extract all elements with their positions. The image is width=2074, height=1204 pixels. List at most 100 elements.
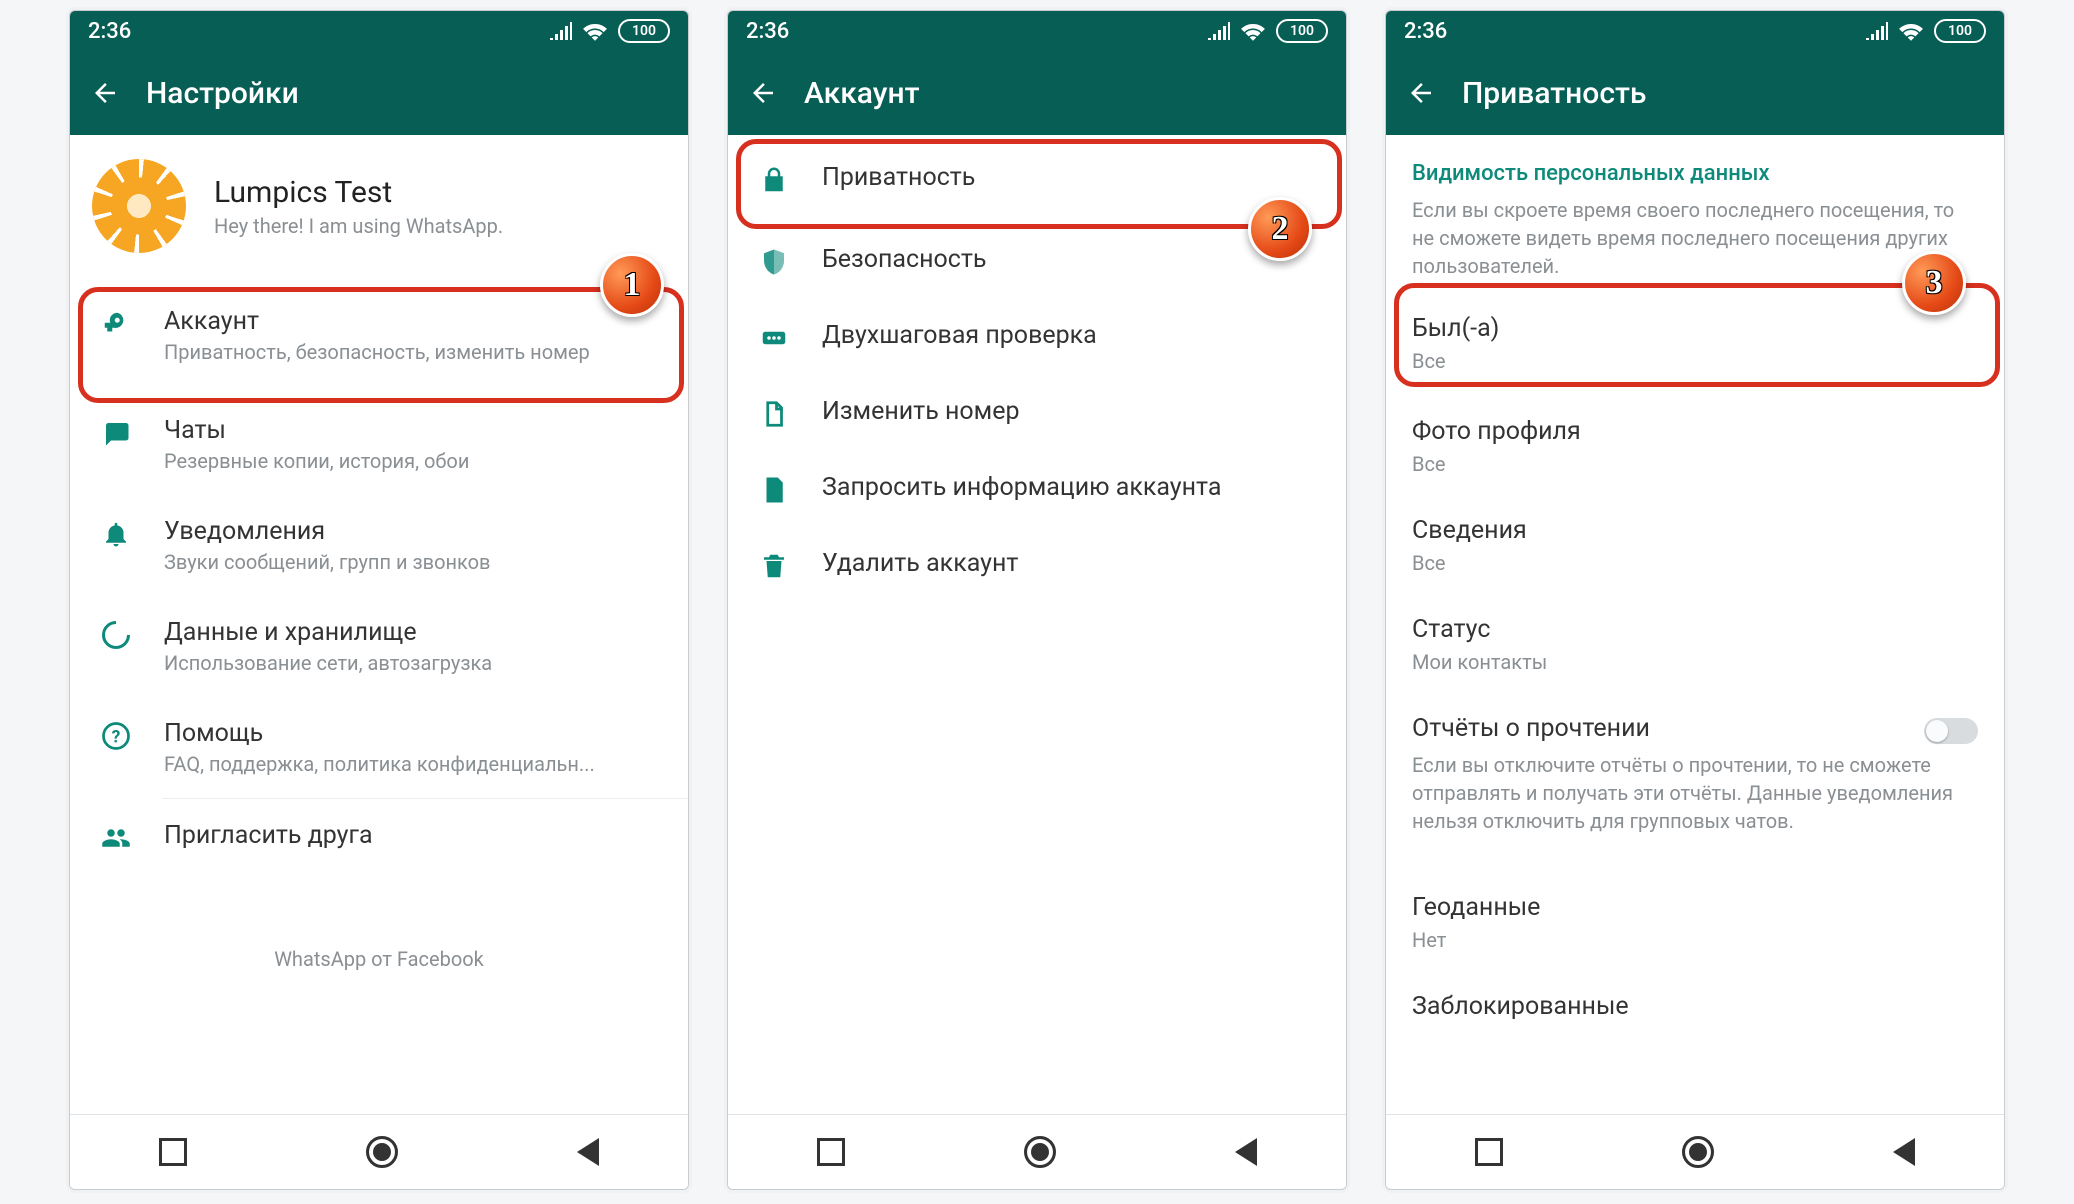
toggle-switch[interactable]: [1924, 718, 1978, 744]
settings-item-chats[interactable]: Чаты Резервные копии, история, обои: [70, 394, 688, 495]
item-sub: Резервные копии, история, обои: [164, 449, 660, 473]
back-nav-icon[interactable]: [577, 1138, 599, 1166]
account-item-request[interactable]: Запросить информацию аккаунта: [728, 451, 1346, 527]
sim-icon: [756, 399, 792, 429]
back-nav-icon[interactable]: [1235, 1138, 1257, 1166]
settings-item-notifications[interactable]: Уведомления Звуки сообщений, групп и зво…: [70, 495, 688, 596]
status-bar: 2:36 100: [728, 11, 1346, 51]
twostep-icon: [756, 323, 792, 353]
account-item-privacy[interactable]: Приватность: [728, 135, 1346, 223]
battery-icon: 100: [618, 19, 670, 43]
item-sub: Нет: [1412, 928, 1978, 952]
item-sub: Использование сети, автозагрузка: [164, 651, 660, 675]
data-icon: [98, 620, 134, 650]
android-navbar: [1386, 1114, 2004, 1189]
bell-icon: [98, 519, 134, 549]
item-title: Чаты: [164, 416, 660, 445]
status-bar: 2:36 100: [1386, 11, 2004, 51]
back-icon[interactable]: [746, 76, 780, 110]
wifi-icon: [1240, 21, 1266, 41]
status-time: 2:36: [1404, 19, 1447, 44]
home-icon[interactable]: [1682, 1136, 1714, 1168]
appbar: Настройки: [70, 51, 688, 135]
key-icon: [98, 309, 134, 339]
svg-text:?: ?: [112, 727, 121, 747]
settings-item-account[interactable]: Аккаунт Приватность, безопасность, измен…: [70, 277, 688, 394]
chat-icon: [98, 418, 134, 448]
account-item-delete[interactable]: Удалить аккаунт: [728, 527, 1346, 603]
item-title: Геоданные: [1412, 893, 1978, 922]
recent-apps-icon[interactable]: [1475, 1138, 1503, 1166]
phone-settings: 2:36 100 Настройки Lumpics Test: [69, 10, 689, 1190]
home-icon[interactable]: [1024, 1136, 1056, 1168]
item-title: Уведомления: [164, 517, 660, 546]
profile-status: Hey there! I am using WhatsApp.: [214, 214, 503, 238]
item-sub: Звуки сообщений, групп и звонков: [164, 550, 660, 574]
privacy-item-location[interactable]: Геоданные Нет: [1386, 873, 2004, 972]
item-sub: Мои контакты: [1412, 650, 1978, 674]
signal-icon: [548, 22, 572, 40]
appbar-title: Приватность: [1462, 76, 1646, 111]
tutorial-canvas: 2:36 100 Настройки Lumpics Test: [0, 0, 2074, 1204]
phone-privacy: 2:36 100 Приватность Видимость персональ…: [1385, 10, 2005, 1190]
item-title: Аккаунт: [164, 307, 660, 336]
item-title: Статус: [1412, 615, 1978, 644]
lock-icon: [756, 165, 792, 195]
settings-item-data[interactable]: Данные и хранилище Использование сети, а…: [70, 596, 688, 697]
privacy-item-status[interactable]: Статус Мои контакты: [1386, 595, 2004, 694]
profile-row[interactable]: Lumpics Test Hey there! I am using Whats…: [70, 135, 688, 277]
item-note: Если вы отключите отчёты о прочтении, то…: [1412, 751, 1978, 835]
back-icon[interactable]: [88, 76, 122, 110]
settings-item-help[interactable]: ? Помощь FAQ, поддержка, политика конфид…: [70, 697, 688, 798]
status-time: 2:36: [746, 19, 789, 44]
privacy-item-blocked[interactable]: Заблокированные: [1386, 972, 2004, 1041]
phone-account: 2:36 100 Аккаунт Приватность Безопасност…: [727, 10, 1347, 1190]
doc-icon: [756, 475, 792, 505]
item-sub: Приватность, безопасность, изменить номе…: [164, 340, 660, 364]
item-title: Приватность: [822, 163, 1318, 192]
settings-item-invite[interactable]: Пригласить друга: [70, 799, 688, 875]
appbar-title: Настройки: [146, 76, 299, 111]
trash-icon: [756, 551, 792, 581]
item-title: Безопасность: [822, 245, 1318, 274]
wifi-icon: [582, 21, 608, 41]
privacy-item-readreceipts[interactable]: Отчёты о прочтении Если вы отключите отч…: [1386, 694, 2004, 855]
item-title: Сведения: [1412, 516, 1978, 545]
wifi-icon: [1898, 21, 1924, 41]
battery-icon: 100: [1934, 19, 1986, 43]
item-title: Данные и хранилище: [164, 618, 660, 647]
privacy-section-header: Видимость персональных данных: [1386, 135, 2004, 196]
item-title: Отчёты о прочтении: [1412, 714, 1978, 743]
item-title: Был(-а): [1412, 314, 1978, 343]
privacy-section-desc: Если вы скроете время своего последнего …: [1386, 196, 2004, 290]
avatar: [92, 159, 186, 253]
status-time: 2:36: [88, 19, 131, 44]
recent-apps-icon[interactable]: [159, 1138, 187, 1166]
privacy-item-about[interactable]: Сведения Все: [1386, 496, 2004, 595]
account-item-change-number[interactable]: Изменить номер: [728, 375, 1346, 451]
appbar: Аккаунт: [728, 51, 1346, 135]
account-item-security[interactable]: Безопасность: [728, 223, 1346, 299]
item-title: Пригласить друга: [164, 821, 660, 850]
invite-icon: [98, 823, 134, 853]
back-icon[interactable]: [1404, 76, 1438, 110]
shield-icon: [756, 247, 792, 277]
battery-icon: 100: [1276, 19, 1328, 43]
help-icon: ?: [98, 721, 134, 751]
signal-icon: [1864, 22, 1888, 40]
account-item-twostep[interactable]: Двухшаговая проверка: [728, 299, 1346, 375]
item-sub: Все: [1412, 551, 1978, 575]
appbar: Приватность: [1386, 51, 2004, 135]
recent-apps-icon[interactable]: [817, 1138, 845, 1166]
item-title: Изменить номер: [822, 397, 1318, 426]
item-title: Удалить аккаунт: [822, 549, 1318, 578]
status-bar: 2:36 100: [70, 11, 688, 51]
item-sub: FAQ, поддержка, политика конфиденциальн.…: [164, 752, 660, 776]
privacy-item-photo[interactable]: Фото профиля Все: [1386, 397, 2004, 496]
android-navbar: [728, 1114, 1346, 1189]
privacy-item-lastseen[interactable]: Был(-а) Все: [1386, 290, 2004, 397]
home-icon[interactable]: [366, 1136, 398, 1168]
item-sub: Все: [1412, 452, 1978, 476]
item-title: Заблокированные: [1412, 992, 1978, 1021]
back-nav-icon[interactable]: [1893, 1138, 1915, 1166]
